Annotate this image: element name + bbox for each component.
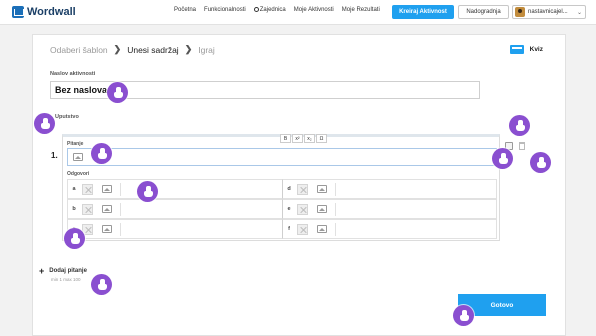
hand-cursor-icon [91, 274, 112, 295]
divider [120, 183, 121, 196]
user-menu[interactable]: nastavnicajel... ⌄ [512, 5, 586, 19]
editor-panel: Odaberi šablon ❯ Unesi sadržaj ❯ Igraj K… [32, 34, 566, 336]
answer-row[interactable]: c [67, 219, 282, 239]
nav-home[interactable]: Početna [174, 7, 196, 13]
special-char-button[interactable]: Ω [316, 134, 327, 143]
question-number: 1. [51, 151, 58, 160]
hand-cursor-icon [453, 305, 474, 326]
upgrade-button[interactable]: Nadogradnja [458, 5, 509, 19]
template-name: Kviz [529, 46, 543, 53]
answer-row[interactable]: d [282, 179, 497, 199]
correct-toggle-icon[interactable] [297, 203, 308, 215]
delete-icon[interactable] [519, 142, 525, 150]
image-icon[interactable] [317, 225, 327, 233]
add-question-hint: min 1 max 100 [51, 277, 81, 282]
image-icon[interactable] [102, 205, 112, 213]
format-toolbar: B x² x₂ Ω [280, 134, 327, 143]
answers-label: Odgovori [67, 171, 90, 177]
divider [120, 203, 121, 216]
plus-icon: + [39, 266, 45, 276]
template-indicator[interactable]: Kviz [509, 45, 543, 54]
divider [335, 203, 336, 216]
avatar [515, 7, 525, 17]
logo-text: Wordwall [27, 6, 76, 18]
nav-features[interactable]: Funkcionalnosti [204, 7, 246, 13]
correct-toggle-icon[interactable] [297, 223, 308, 235]
hand-cursor-icon [64, 228, 85, 249]
image-icon[interactable] [73, 153, 83, 161]
image-icon[interactable] [102, 185, 112, 193]
main-nav: Početna Funkcionalnosti Zajednica Moje A… [174, 7, 388, 13]
answer-letter: d [287, 186, 291, 192]
image-icon[interactable] [317, 185, 327, 193]
hand-cursor-icon [34, 113, 55, 134]
hand-cursor-icon [492, 148, 513, 169]
hand-cursor-icon [530, 152, 551, 173]
breadcrumb-separator-icon: ❯ [184, 44, 193, 54]
answer-letter: e [287, 206, 291, 212]
nav-my-activities[interactable]: Moje Aktivnosti [294, 7, 334, 13]
breadcrumb-choose-template[interactable]: Odaberi šablon [50, 45, 108, 55]
bold-button[interactable]: B [280, 134, 291, 143]
divider [335, 223, 336, 236]
divider [120, 223, 121, 236]
correct-toggle-icon[interactable] [82, 183, 93, 195]
hand-cursor-icon [91, 143, 112, 164]
breadcrumb-separator-icon: ❯ [113, 44, 122, 54]
title-label: Naslov aktivnosti [50, 71, 96, 77]
answer-row[interactable]: e [282, 199, 497, 219]
instructions-label[interactable]: Uputstvo [55, 114, 79, 120]
question-card: Pitanje B x² x₂ Ω Odgovori a d b e f [62, 134, 500, 241]
hand-cursor-icon [137, 181, 158, 202]
answers-grid: a d b e f [67, 179, 497, 239]
subscript-button[interactable]: x₂ [304, 134, 315, 143]
add-question-label: Dodaj pitanje [49, 268, 87, 274]
divider [335, 183, 336, 196]
image-icon[interactable] [102, 225, 112, 233]
question-label: Pitanje [67, 141, 84, 147]
answer-letter: b [72, 206, 76, 212]
question-input[interactable] [67, 148, 497, 166]
correct-toggle-icon[interactable] [82, 203, 93, 215]
answer-row[interactable]: b [67, 199, 282, 219]
answer-letter: a [72, 186, 76, 192]
breadcrumb-enter-content: Unesi sadržaj [127, 44, 179, 55]
image-icon[interactable] [317, 205, 327, 213]
answer-row[interactable]: a [67, 179, 282, 199]
breadcrumb-play[interactable]: Igraj [198, 45, 215, 55]
superscript-button[interactable]: x² [292, 134, 303, 143]
correct-toggle-icon[interactable] [297, 183, 308, 195]
nav-my-results[interactable]: Moje Rezultati [342, 7, 380, 13]
create-activity-button[interactable]: Kreiraj Aktivnost [392, 5, 454, 19]
chevron-down-icon: ⌄ [576, 9, 582, 16]
wordwall-logo-icon [12, 6, 24, 18]
nav-community-label: Zajednica [259, 7, 286, 14]
breadcrumb: Odaberi šablon ❯ Unesi sadržaj ❯ Igraj [50, 44, 215, 55]
quiz-icon [509, 45, 524, 54]
nav-community[interactable]: Zajednica [253, 7, 286, 14]
wordwall-logo[interactable]: Wordwall [12, 6, 76, 18]
hand-cursor-icon [509, 115, 530, 136]
search-icon [253, 7, 259, 12]
add-question-button[interactable]: + Dodaj pitanje [39, 266, 87, 276]
username: nastavnicajel... [528, 9, 568, 15]
answer-letter: f [288, 226, 290, 232]
hand-cursor-icon [107, 82, 128, 103]
answer-row[interactable]: f [282, 219, 497, 239]
top-navigation-bar: Wordwall Početna Funkcionalnosti Zajedni… [0, 0, 596, 25]
